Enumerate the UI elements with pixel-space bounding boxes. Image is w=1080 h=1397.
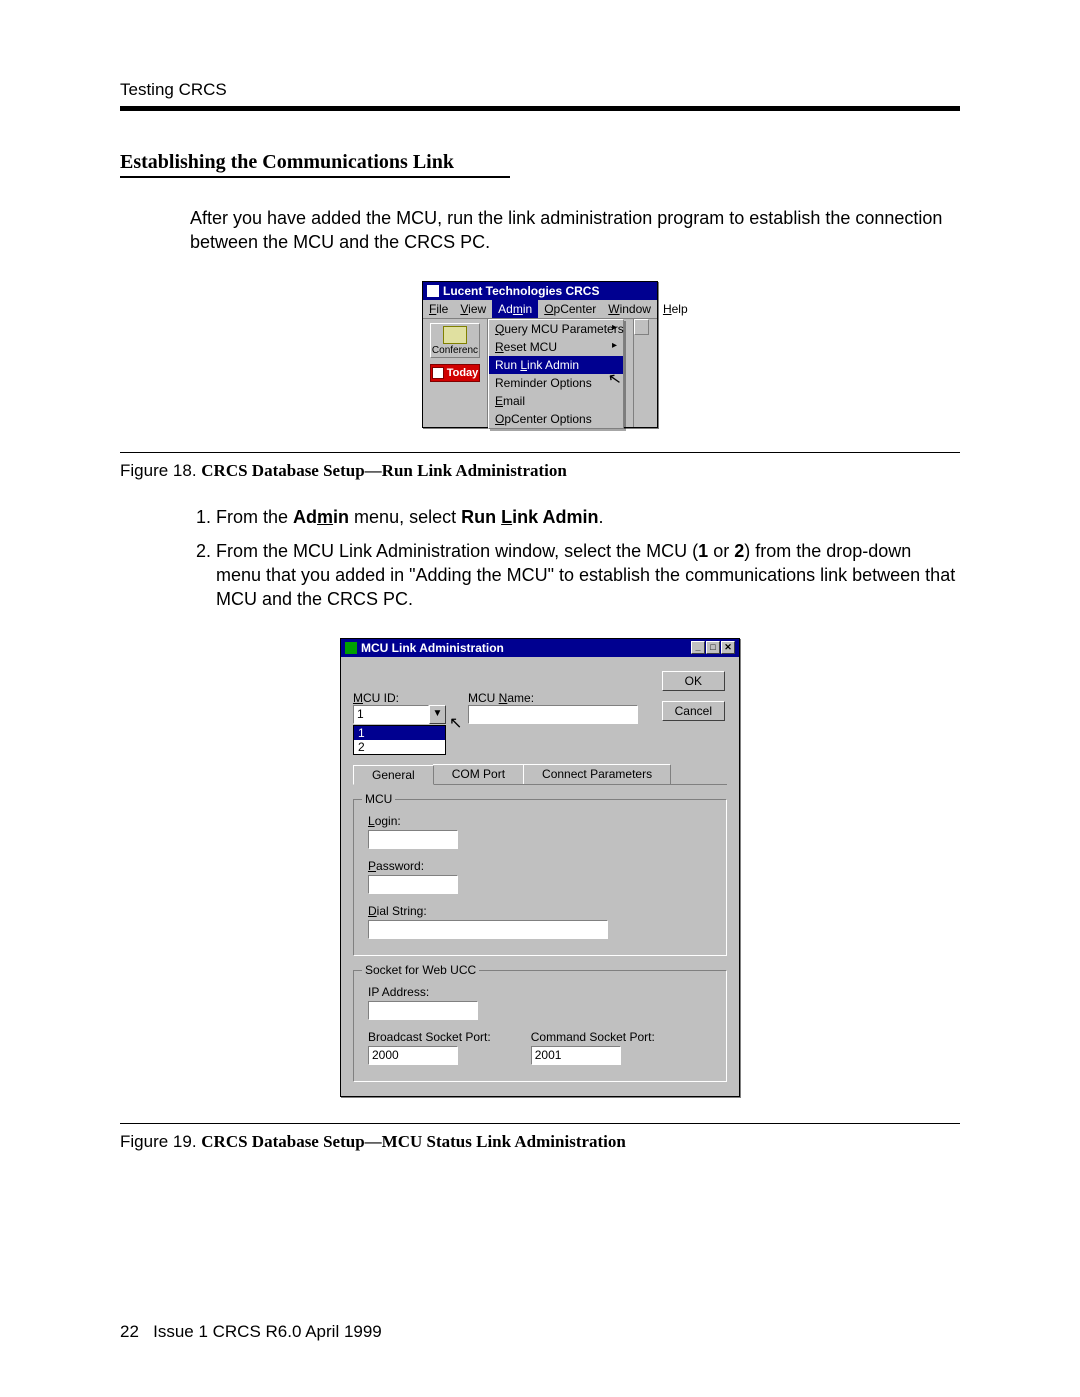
cursor-icon: ↖	[449, 713, 462, 733]
window-title: MCU Link Administration	[361, 641, 504, 655]
mcu-id-label: MCU ID:	[353, 691, 446, 705]
intro-paragraph: After you have added the MCU, run the li…	[190, 206, 960, 255]
dropdown-reminder-options[interactable]: Reminder Options	[489, 374, 623, 392]
mcu-group-legend: MCU	[362, 792, 395, 806]
mcu-id-value[interactable]: 1	[353, 705, 429, 724]
mcu-id-option-1[interactable]: 1	[354, 726, 445, 740]
ip-address-input[interactable]	[368, 1001, 478, 1020]
calendar-icon	[432, 367, 444, 379]
toolbar-conference-button[interactable]: Conferenc	[430, 323, 480, 358]
step-1: From the Admin menu, select Run Link Adm…	[216, 505, 960, 529]
running-head: Testing CRCS	[120, 80, 960, 100]
cancel-button[interactable]: Cancel	[662, 701, 725, 721]
mcu-id-combo[interactable]: 1 ▼	[353, 705, 446, 724]
toolbar: Conferenc Today	[423, 319, 488, 427]
mcu-link-admin-window: MCU Link Administration _ □ ✕ OK Cancel …	[340, 638, 740, 1097]
close-button[interactable]: ✕	[721, 641, 735, 654]
figure18-number: Figure 18.	[120, 461, 201, 480]
title-bar: Lucent Technologies CRCS	[423, 282, 657, 300]
scrollbar-thumb[interactable]	[634, 319, 649, 335]
login-input[interactable]	[368, 830, 458, 849]
menu-bar: File View Admin OpCenter Window Help	[423, 300, 657, 319]
conference-icon	[443, 326, 467, 344]
dropdown-run-link-admin[interactable]: Run Link Admin	[489, 356, 623, 374]
step-2: From the MCU Link Administration window,…	[216, 539, 960, 612]
menu-file[interactable]: File	[423, 300, 454, 318]
figure-rule	[120, 1123, 960, 1124]
page-number: 22	[120, 1322, 139, 1341]
toolbar-conference-label: Conferenc	[431, 345, 479, 356]
login-label: Login:	[368, 814, 712, 828]
password-input[interactable]	[368, 875, 458, 894]
tab-connect-parameters[interactable]: Connect Parameters	[523, 764, 671, 784]
ip-address-label: IP Address:	[368, 985, 712, 999]
dial-string-label: Dial String:	[368, 904, 712, 918]
menu-help[interactable]: Help	[657, 300, 694, 318]
dropdown-opcenter-options[interactable]: OpCenter Options	[489, 410, 623, 428]
issue-line: Issue 1 CRCS R6.0 April 1999	[153, 1322, 382, 1341]
header-rule	[120, 106, 960, 111]
title-bar: MCU Link Administration _ □ ✕	[341, 639, 739, 657]
ok-button[interactable]: OK	[662, 671, 725, 691]
figure19-caption: Figure 19. CRCS Database Setup—MCU Statu…	[120, 1132, 960, 1152]
app-icon	[345, 642, 357, 654]
figure-rule	[120, 452, 960, 453]
page-footer: 22 Issue 1 CRCS R6.0 April 1999	[120, 1322, 382, 1342]
dropdown-query-mcu[interactable]: Query MCU Parameters	[489, 320, 623, 338]
toolbar-today-label: Today	[447, 367, 479, 379]
command-port-input[interactable]: 2001	[531, 1046, 621, 1065]
broadcast-port-label: Broadcast Socket Port:	[368, 1030, 491, 1044]
app-icon	[427, 285, 439, 297]
menu-opcenter[interactable]: OpCenter	[538, 300, 602, 318]
mcu-id-option-2[interactable]: 2	[354, 740, 445, 754]
figure19-title: CRCS Database Setup—MCU Status Link Admi…	[201, 1132, 626, 1151]
socket-group: Socket for Web UCC IP Address: Broadcast…	[353, 970, 727, 1082]
admin-dropdown: Query MCU Parameters Reset MCU Run Link …	[488, 319, 624, 429]
figure18-title: CRCS Database Setup—Run Link Administrat…	[201, 461, 567, 480]
crcs-main-window: Lucent Technologies CRCS File View Admin…	[422, 281, 658, 428]
menu-view[interactable]: View	[454, 300, 492, 318]
mcu-name-label: MCU Name:	[468, 691, 638, 705]
mcu-group: MCU Login: Password: Dial String:	[353, 799, 727, 956]
command-port-label: Command Socket Port:	[531, 1030, 655, 1044]
dropdown-reset-mcu[interactable]: Reset MCU	[489, 338, 623, 356]
mcu-id-dropdown-list: 1 2	[353, 725, 446, 755]
broadcast-port-input[interactable]: 2000	[368, 1046, 458, 1065]
menu-admin[interactable]: Admin	[492, 300, 538, 318]
dropdown-email[interactable]: Email	[489, 392, 623, 410]
tab-general[interactable]: General	[353, 765, 434, 785]
tab-bar: General COM Port Connect Parameters	[353, 764, 727, 785]
mcu-name-input[interactable]	[468, 705, 638, 724]
steps-list: From the Admin menu, select Run Link Adm…	[190, 505, 960, 612]
socket-group-legend: Socket for Web UCC	[362, 963, 479, 977]
minimize-button[interactable]: _	[691, 641, 705, 654]
menu-window[interactable]: Window	[602, 300, 657, 318]
window-title: Lucent Technologies CRCS	[443, 284, 599, 298]
toolbar-today-button[interactable]: Today	[430, 364, 480, 382]
chevron-down-icon[interactable]: ▼	[429, 705, 446, 724]
figure18-caption: Figure 18. CRCS Database Setup—Run Link …	[120, 461, 960, 481]
tab-com-port[interactable]: COM Port	[433, 764, 524, 784]
dial-string-input[interactable]	[368, 920, 608, 939]
maximize-button[interactable]: □	[706, 641, 720, 654]
figure19-number: Figure 19.	[120, 1132, 201, 1151]
password-label: Password:	[368, 859, 712, 873]
section-title: Establishing the Communications Link	[120, 151, 960, 174]
scrollbar-vertical[interactable]	[633, 319, 649, 427]
section-rule	[120, 176, 510, 178]
